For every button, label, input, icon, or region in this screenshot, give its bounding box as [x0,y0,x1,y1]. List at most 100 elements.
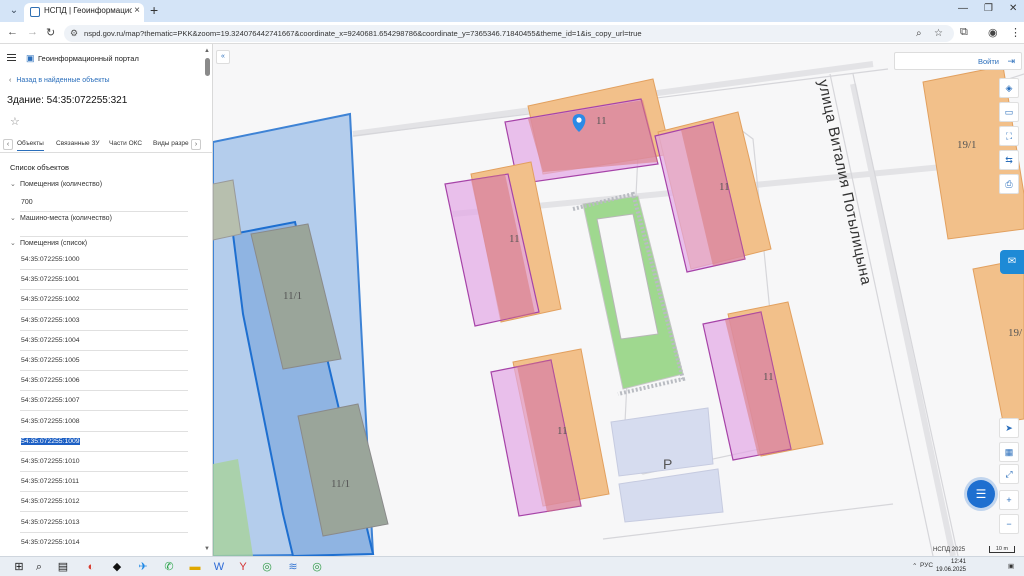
notifications-icon[interactable]: ▣ [1008,562,1014,570]
divider [20,269,188,270]
divider [20,309,188,311]
site-info-icon[interactable]: ⚙ [70,28,78,39]
print-icon[interactable]: ⎙ [999,174,1019,194]
clock-date: 19.06.2025 [935,567,966,573]
tab-objects[interactable]: Объекты [17,140,44,151]
browser-tab[interactable]: НСПД | Геоинформационный × [24,3,144,22]
clock-time: 12:41 [950,559,966,565]
support-chat-icon[interactable]: ☰ [967,480,995,508]
chat-side-tab-icon[interactable]: ✉ [1000,250,1024,274]
app-icon[interactable]: ≋ [286,560,300,574]
login-button[interactable]: Войти ⇥ [894,52,1022,70]
object-list-item[interactable]: 54:35:072255:1007 [21,397,80,404]
favorite-star-icon[interactable]: ☆ [10,115,20,128]
portal-title: Геоинформационный портал [38,54,139,63]
maximize-icon[interactable]: ❐ [984,3,993,14]
back-icon[interactable]: ← [7,26,18,38]
collapse-panel-button[interactable]: « [216,50,230,64]
extensions-icon[interactable]: ⧉ [960,26,968,39]
divider [20,390,188,392]
portal-logo-icon: ▣ [26,53,35,63]
object-list-item[interactable]: 54:35:072255:1013 [21,519,80,526]
clock[interactable]: 12:41 19.06.2025 [932,558,966,574]
select-area-icon[interactable]: ⛶ [999,126,1019,146]
close-window-icon[interactable]: ✕ [1009,3,1017,14]
chrome-icon[interactable]: ◎ [260,560,274,574]
group-rooms-count[interactable]: ⌄ Помещения (количество) [10,180,102,188]
tab-search-icon[interactable]: ⌄ [6,4,22,18]
tray-expand-icon[interactable]: ⌃ [912,562,917,570]
app-icon[interactable]: ◐ [84,560,98,574]
ruler-icon[interactable]: ▭ [999,102,1019,122]
bookmark-star-icon[interactable]: ☆ [934,28,943,39]
task-view-icon[interactable]: ▤ [56,560,70,574]
object-list-item[interactable]: 54:35:072255:1012 [21,498,80,505]
zoom-icon[interactable]: ⌕ [916,28,922,39]
tab-related-land[interactable]: Связанные ЗУ [56,140,99,147]
tab-oks-parts[interactable]: Части ОКС [109,140,142,147]
divider [20,450,188,452]
map-canvas[interactable]: 11 11 11 11 11 11/1 11/1 19/1 19/ P улиц… [213,44,1024,556]
word-icon[interactable]: W [212,560,226,574]
group-parking-count[interactable]: ⌄ Машино-места (количество) [10,214,112,222]
divider [20,511,188,513]
tab-close-icon[interactable]: × [134,5,140,16]
basemap-icon[interactable]: ▦ [999,442,1019,462]
fullscreen-icon[interactable]: ⤢ [999,464,1019,484]
login-label: Войти [978,57,999,66]
search-icon[interactable]: ⌕ [32,560,46,574]
parking-label: P [663,456,672,472]
scale-bar: 10 m [989,546,1015,553]
object-list-item[interactable]: 54:35:072255:1002 [21,296,80,303]
whatsapp-icon[interactable]: ✆ [162,560,176,574]
object-list-item[interactable]: 54:35:072255:1009 [21,437,80,445]
geolocation-icon[interactable]: ➤ [999,418,1019,438]
object-list-item[interactable]: 54:35:072255:1008 [21,418,80,425]
share-icon[interactable]: ⇆ [999,150,1019,170]
telegram-icon[interactable]: ✈ [136,560,150,574]
url-text[interactable]: nspd.gov.ru/map?thematic=PKK&zoom=19.324… [84,29,904,38]
menu-icon[interactable] [7,54,16,61]
file-explorer-icon[interactable]: ▬ [188,560,202,574]
new-tab-icon[interactable]: + [150,2,158,18]
selected-parcel[interactable] [213,112,389,556]
panel-scrollbar[interactable]: ▲ ▼ [204,48,211,556]
reload-icon[interactable]: ↻ [46,26,55,39]
scroll-down-icon[interactable]: ▼ [204,546,210,552]
group-rooms-list[interactable]: ⌄ Помещения (список) [10,239,87,247]
scroll-thumb[interactable] [205,58,210,76]
tabs-scroll-left-icon[interactable]: ‹ [3,139,13,150]
building-label: 11 [596,115,607,127]
object-list-item[interactable]: 54:35:072255:1004 [21,337,80,344]
tab-title: НСПД | Геоинформационный [44,6,132,15]
object-list-item[interactable]: 54:35:072255:1001 [21,276,80,283]
object-list-item[interactable]: 54:35:072255:1000 [21,256,80,263]
address-bar[interactable]: ⚙ nspd.gov.ru/map?thematic=PKK&zoom=19.3… [64,25,954,42]
tabs-scroll-right-icon[interactable]: › [191,139,201,150]
tab-permitted-use[interactable]: Виды разреш [153,140,189,147]
profile-icon[interactable]: ◉ [988,26,998,39]
start-windows-icon[interactable]: ⊞ [12,560,26,574]
menu-dots-icon[interactable]: ⋮ [1010,26,1021,39]
object-cadastral-number: 54:35:072255:1010 [21,458,80,465]
object-list-item[interactable]: 54:35:072255:1003 [21,317,80,324]
object-list-item[interactable]: 54:35:072255:1010 [21,458,80,465]
app-icon[interactable]: ◆ [110,560,124,574]
object-list-item[interactable]: 54:35:072255:1006 [21,377,80,384]
object-list-item[interactable]: 54:35:072255:1005 [21,357,80,364]
object-list-item[interactable]: 54:35:072255:1014 [21,539,80,546]
layers-icon[interactable]: ◈ [999,78,1019,98]
zoom-in-icon[interactable]: + [999,490,1019,510]
yandex-icon[interactable]: Y [236,560,250,574]
scroll-up-icon[interactable]: ▲ [204,48,210,54]
minimize-icon[interactable]: — [958,3,968,14]
chrome-icon[interactable]: ◎ [310,560,324,574]
zoom-out-icon[interactable]: − [999,514,1019,534]
object-list-item[interactable]: 54:35:072255:1011 [21,478,79,485]
login-icon: ⇥ [1007,56,1015,66]
forward-icon[interactable]: → [27,26,38,38]
object-cadastral-number: 54:35:072255:1004 [21,336,80,344]
site-favicon-icon [30,7,40,17]
back-to-results-link[interactable]: ‹ Назад в найденные объекты [9,77,110,84]
building-label: 11 [557,425,568,437]
